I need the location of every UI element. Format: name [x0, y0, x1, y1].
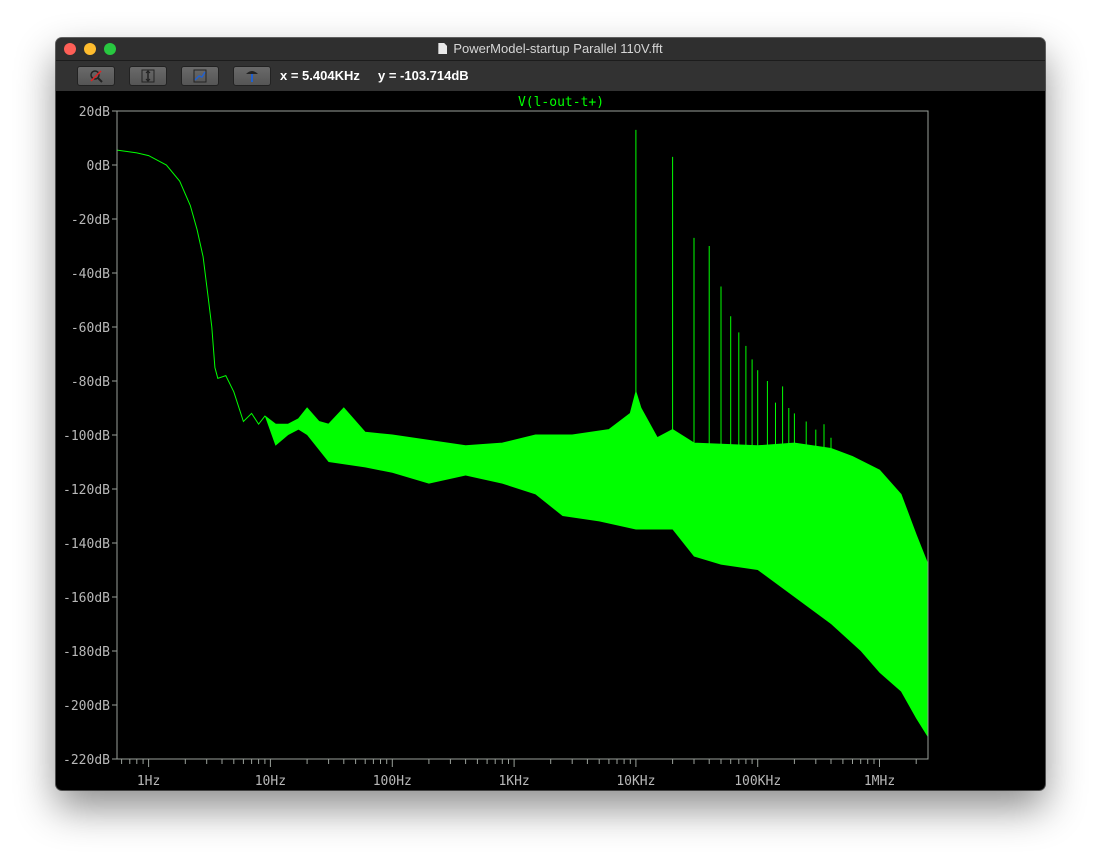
x-tick-label: 10Hz — [255, 774, 286, 789]
window-title-text: PowerModel-startup Parallel 110V.fft — [453, 41, 663, 56]
y-tick-label: 20dB — [79, 105, 110, 120]
window-title: PowerModel-startup Parallel 110V.fft — [56, 41, 1045, 56]
probe-icon — [246, 71, 258, 82]
y-tick-label: -200dB — [63, 699, 110, 714]
trace-group — [116, 129, 929, 738]
x-tick-label: 100Hz — [373, 774, 412, 789]
autorange-icon — [141, 69, 155, 83]
x-tick-label: 1Hz — [137, 774, 160, 789]
y-tick-label: 0dB — [87, 159, 111, 174]
y-tick-label: -20dB — [71, 213, 110, 228]
x-axis: 1Hz 10Hz 100Hz 1KHz 10KHz 100KHz 1MHz — [121, 759, 917, 789]
pan-button[interactable] — [181, 66, 219, 86]
y-tick-label: -40dB — [71, 267, 110, 282]
cursor-x-readout: x = 5.404KHz — [280, 68, 360, 83]
y-tick-label: -100dB — [63, 429, 110, 444]
x-tick-label: 10KHz — [616, 774, 655, 789]
y-tick-label: -180dB — [63, 645, 110, 660]
cursor-y-readout: y = -103.714dB — [378, 68, 469, 83]
toolbar: x = 5.404KHz y = -103.714dB — [56, 61, 1045, 91]
pan-icon — [193, 69, 207, 83]
probe-button[interactable] — [233, 66, 271, 86]
y-tick-label: -120dB — [63, 483, 110, 498]
x-tick-label: 1KHz — [498, 774, 529, 789]
fft-plot[interactable]: V(l-out-t+) 20dB 0dB -20dB -40dB -60dB -80dB -… — [56, 92, 1045, 790]
title-bar[interactable]: PowerModel-startup Parallel 110V.fft — [56, 38, 1045, 61]
y-tick-label: -160dB — [63, 591, 110, 606]
fft-window: PowerModel-startup Parallel 110V.fft x =… — [56, 38, 1045, 790]
document-icon — [438, 43, 448, 54]
y-tick-label: -140dB — [63, 537, 110, 552]
x-tick-label: 100KHz — [734, 774, 781, 789]
zoom-button[interactable] — [77, 66, 115, 86]
y-tick-label: -80dB — [71, 375, 110, 390]
autorange-button[interactable] — [129, 66, 167, 86]
trace-label[interactable]: V(l-out-t+) — [518, 95, 604, 110]
y-tick-label: -60dB — [71, 321, 110, 336]
y-tick-label: -220dB — [63, 753, 110, 768]
y-axis: 20dB 0dB -20dB -40dB -60dB -80dB -100dB -120dB -… — [63, 105, 117, 768]
x-tick-label: 1MHz — [864, 774, 895, 789]
zoom-icon — [90, 70, 103, 83]
spike-layer — [635, 129, 844, 457]
